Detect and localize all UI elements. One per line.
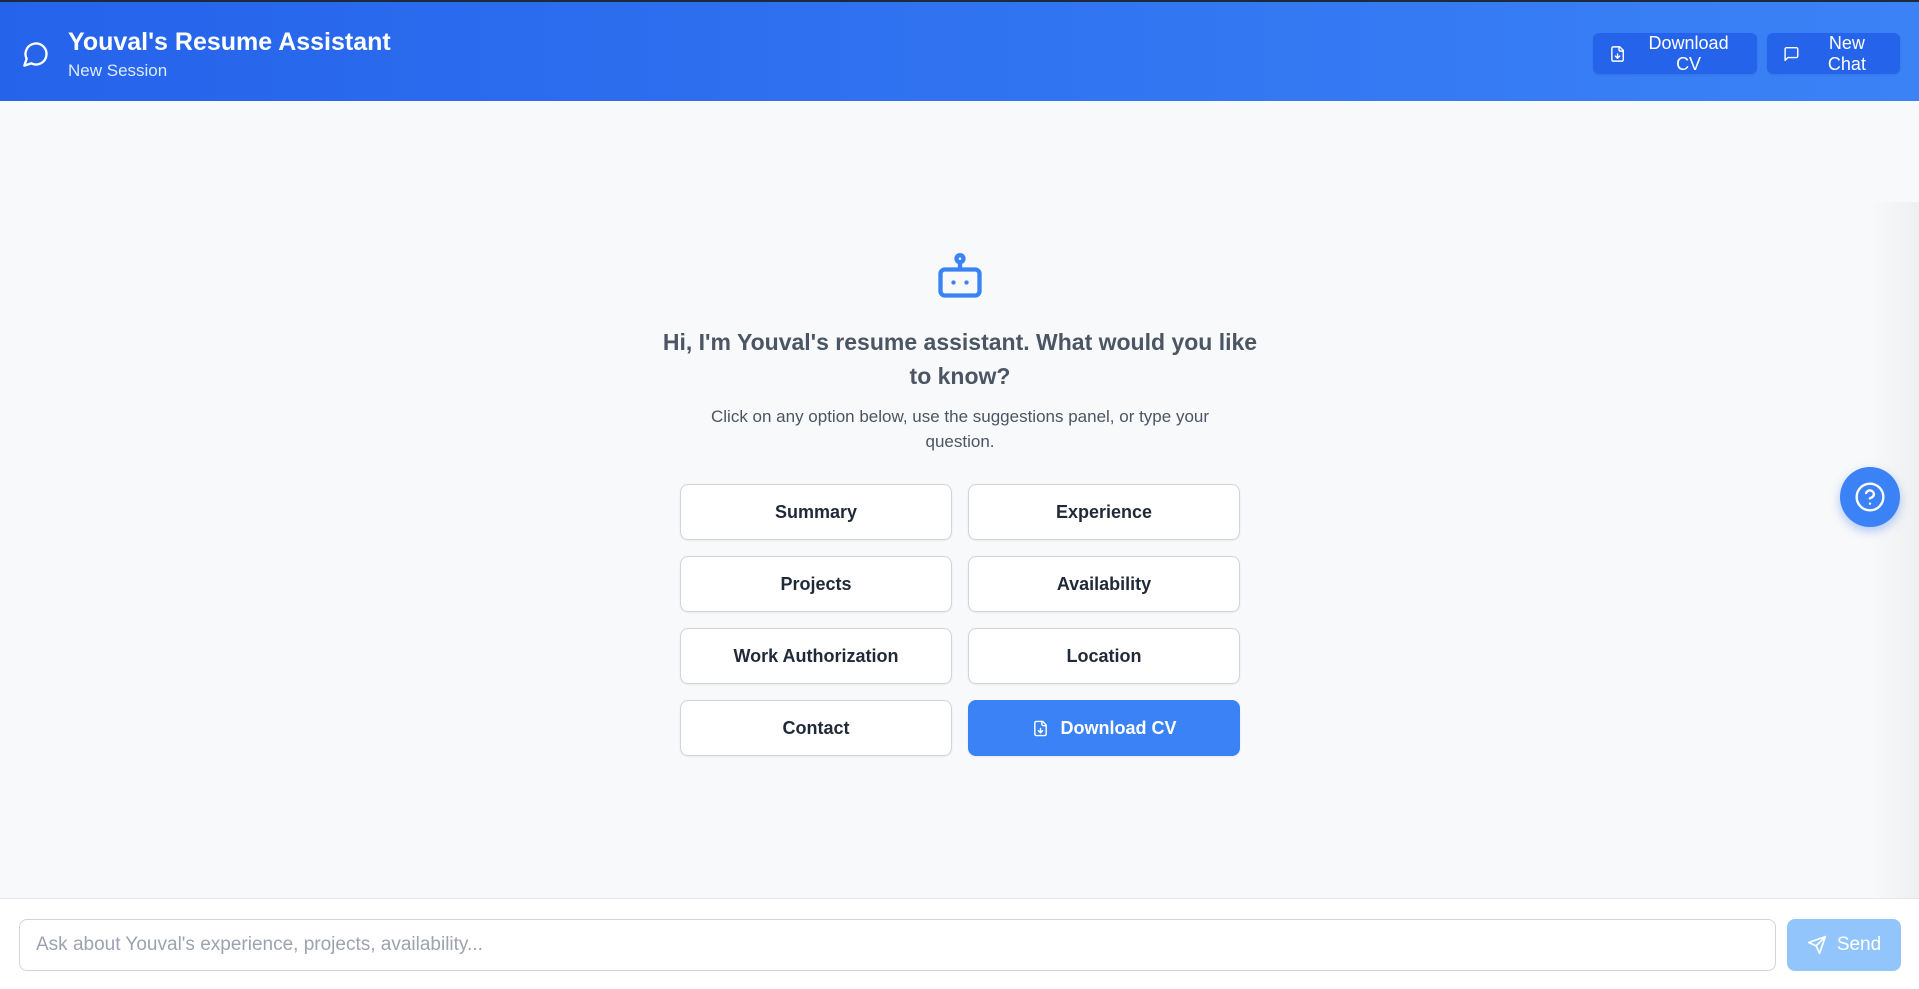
file-download-icon (1033, 720, 1047, 736)
chat-input-bar: Send (0, 898, 1919, 989)
new-chat-label: New Chat (1827, 32, 1866, 74)
welcome-title: Hi, I'm Youval's resume assistant. What … (662, 329, 1258, 389)
chat-message-input[interactable] (19, 919, 1776, 971)
send-label: Send (1836, 934, 1882, 955)
option-contact-button[interactable]: Contact (680, 700, 952, 756)
session-label: New Session (68, 61, 168, 80)
option-location-button[interactable]: Location (968, 628, 1240, 684)
chat-bubble-icon (23, 42, 48, 67)
robot-icon (938, 253, 982, 298)
message-square-icon (1784, 46, 1799, 61)
option-summary-button[interactable]: Summary (680, 484, 952, 540)
app-root: Youval's Resume Assistant New Session Do… (0, 0, 1919, 989)
app-header: Youval's Resume Assistant New Session Do… (0, 0, 1919, 101)
option-experience-button[interactable]: Experience (968, 484, 1240, 540)
send-button[interactable]: Send (1787, 919, 1901, 971)
option-availability-button[interactable]: Availability (968, 556, 1240, 612)
file-download-icon (1611, 45, 1624, 62)
welcome-subtitle: Click on any option below, use the sugge… (710, 407, 1210, 451)
option-download-cv-label: Download CV (1060, 717, 1177, 738)
header-download-cv-button[interactable]: Download CV (1593, 33, 1757, 74)
scroll-edge-shade (1870, 202, 1919, 989)
header-download-cv-label: Download CV (1648, 32, 1729, 74)
question-circle-icon (1855, 482, 1885, 512)
option-projects-button[interactable]: Projects (680, 556, 952, 612)
welcome-panel: Hi, I'm Youval's resume assistant. What … (0, 101, 1919, 989)
new-chat-button[interactable]: New Chat (1767, 33, 1900, 74)
send-icon (1807, 935, 1826, 955)
option-work-authorization-button[interactable]: Work Authorization (680, 628, 952, 684)
option-download-cv-button[interactable]: Download CV (968, 700, 1240, 756)
brand: Youval's Resume Assistant New Session (22, 26, 391, 82)
quick-options: Summary Experience Projects Availability… (680, 484, 1240, 756)
app-title: Youval's Resume Assistant (68, 28, 391, 56)
help-button[interactable] (1840, 467, 1900, 527)
brand-text: Youval's Resume Assistant New Session (68, 26, 391, 82)
header-actions: Download CV New Chat (1593, 33, 1900, 74)
